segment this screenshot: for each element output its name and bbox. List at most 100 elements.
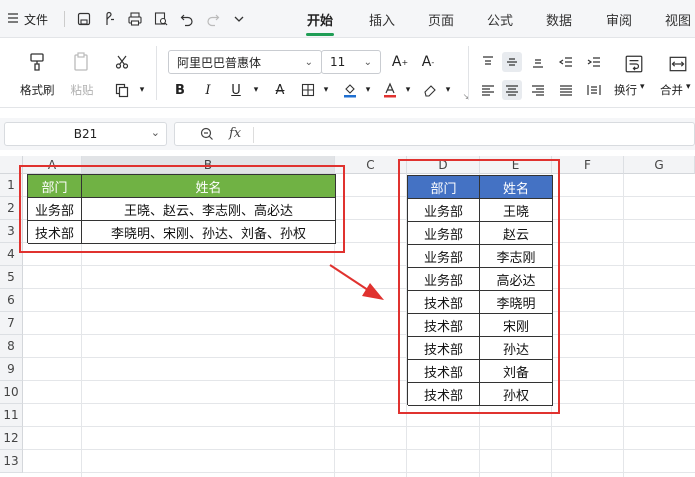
italic-icon[interactable]: I [198,80,218,100]
table-cell[interactable]: 技术部 [408,314,480,337]
row-header[interactable]: 7 [0,312,23,335]
row-header[interactable]: 4 [0,243,23,266]
table-cell[interactable]: 业务部 [408,268,480,291]
column-header-g[interactable]: G [624,156,695,174]
table-cell[interactable]: 业务部 [408,245,480,268]
row-header[interactable]: 12 [0,427,23,450]
font-name-select[interactable]: 阿里巴巴普惠体 ⌄ [168,50,322,74]
column-header-e[interactable]: E [480,156,552,174]
row-header[interactable]: 9 [0,358,23,381]
table-cell[interactable]: 业务部 [28,198,82,221]
format-painter-button[interactable]: 格式刷 [20,48,55,98]
name-box[interactable]: B21 ⌄ [4,122,167,146]
wrap-text-icon[interactable] [622,52,646,76]
table-cell[interactable]: 高必达 [480,268,553,291]
column-header-d[interactable]: D [407,156,480,174]
tab-formula[interactable]: 公式 [487,10,513,29]
row-header[interactable]: 11 [0,404,23,427]
clear-format-dropdown-icon[interactable]: ▾ [438,80,458,100]
increase-indent-icon[interactable] [584,52,604,72]
row-header[interactable]: 1 [0,174,23,197]
table-header-cell[interactable]: 姓名 [480,176,553,199]
table-cell[interactable]: 王晓 [480,199,553,222]
wrap-dropdown-icon[interactable]: ▾ [640,82,645,92]
zoom-search-icon[interactable] [199,126,215,146]
row-header[interactable]: 8 [0,335,23,358]
table-cell[interactable]: 技术部 [408,291,480,314]
table-cell[interactable]: 刘备 [480,360,553,383]
tab-home[interactable]: 开始 [307,10,333,29]
table-cell[interactable]: 李晓明、宋刚、孙达、刘备、孙权 [82,221,336,244]
row-header[interactable]: 3 [0,220,23,243]
bold-icon[interactable]: B [170,80,190,100]
align-right-icon[interactable] [528,80,548,100]
table-cell[interactable]: 业务部 [408,222,480,245]
table-header-cell[interactable]: 部门 [28,175,82,198]
formula-input[interactable]: fx [174,122,695,146]
print-preview-icon[interactable] [151,9,171,29]
align-center-icon[interactable] [502,80,522,100]
align-left-icon[interactable] [478,80,498,100]
strikethrough-icon[interactable]: A [270,80,290,100]
select-all-corner[interactable] [0,156,23,174]
export-pdf-icon[interactable] [100,9,120,29]
merge-cells-label[interactable]: 合并 [660,82,683,98]
font-size-select[interactable]: 11 ⌄ [321,50,381,74]
table-cell[interactable]: 赵云 [480,222,553,245]
wrap-text-label[interactable]: 换行 [614,82,637,98]
table-cell[interactable]: 业务部 [408,199,480,222]
column-header-c[interactable]: C [335,156,407,174]
table-cell[interactable]: 技术部 [408,337,480,360]
table-cell[interactable]: 李志刚 [480,245,553,268]
row-header[interactable]: 5 [0,266,23,289]
row-header[interactable]: 2 [0,197,23,220]
print-icon[interactable] [125,9,145,29]
redo-icon[interactable] [203,9,223,29]
copy-dropdown-icon[interactable]: ▾ [132,80,152,100]
borders-dropdown-icon[interactable]: ▾ [316,80,336,100]
decrease-font-icon[interactable]: A- [418,52,438,72]
underline-icon[interactable]: U [226,80,246,100]
tab-review[interactable]: 审阅 [606,10,632,29]
tab-page[interactable]: 页面 [428,10,454,29]
table-cell[interactable]: 李晓明 [480,291,553,314]
font-color-icon[interactable] [380,80,400,100]
align-middle-icon[interactable] [502,52,522,72]
column-header-f[interactable]: F [552,156,624,174]
tab-data[interactable]: 数据 [546,10,572,29]
chevron-down-icon[interactable] [229,9,249,29]
borders-icon[interactable] [298,80,318,100]
copy-icon[interactable] [112,80,132,100]
row-header[interactable]: 10 [0,381,23,404]
tab-insert[interactable]: 插入 [369,10,395,29]
table-cell[interactable]: 技术部 [408,360,480,383]
justify-icon[interactable] [556,80,576,100]
paste-button[interactable]: 粘贴 [68,48,96,98]
table-cell[interactable]: 王晓、赵云、李志刚、高必达 [82,198,336,221]
underline-dropdown-icon[interactable]: ▾ [246,80,266,100]
cut-icon[interactable] [112,52,132,72]
table-cell[interactable]: 孙权 [480,383,553,406]
fx-icon[interactable]: fx [229,126,241,141]
column-header-b[interactable]: B [82,156,335,174]
clear-format-icon[interactable] [420,80,440,100]
file-menu-button[interactable]: 文件 [6,9,48,29]
fill-color-icon[interactable] [340,80,360,100]
row-header[interactable]: 13 [0,450,23,473]
increase-font-icon[interactable]: A + [390,52,410,72]
table-cell[interactable]: 技术部 [408,383,480,406]
font-dialog-launcher-icon[interactable]: ↘ [456,86,476,106]
row-header[interactable]: 6 [0,289,23,312]
merge-dropdown-icon[interactable]: ▾ [686,82,691,92]
table-header-cell[interactable]: 姓名 [82,175,336,198]
undo-icon[interactable] [177,9,197,29]
table-cell[interactable]: 宋刚 [480,314,553,337]
decrease-indent-icon[interactable] [556,52,576,72]
table-cell[interactable]: 孙达 [480,337,553,360]
align-top-icon[interactable] [478,52,498,72]
tab-view[interactable]: 视图 [665,10,691,29]
table-cell[interactable]: 技术部 [28,221,82,244]
spreadsheet-grid[interactable]: A B C D E F G 1 2 3 4 5 6 7 8 9 10 11 12… [0,156,695,477]
distributed-align-icon[interactable] [584,80,604,100]
merge-cells-icon[interactable] [666,52,690,76]
